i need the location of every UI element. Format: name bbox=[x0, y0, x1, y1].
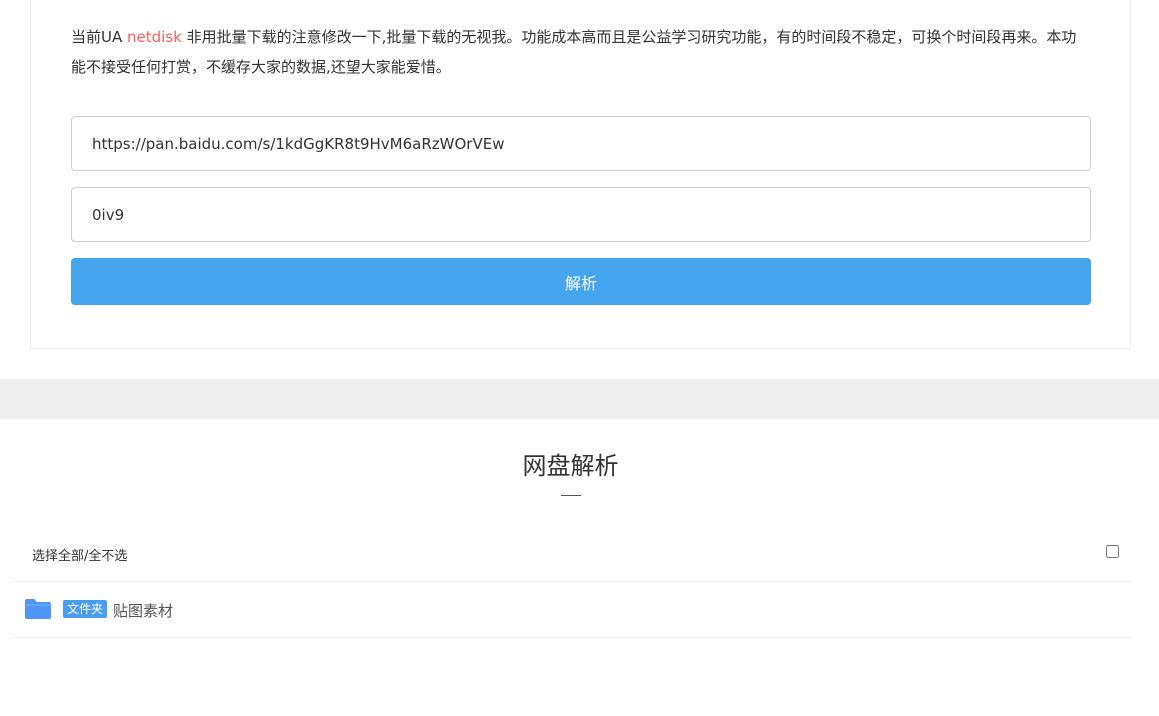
folder-type-badge: 文件夹 bbox=[63, 600, 108, 618]
results-title: 网盘解析 bbox=[522, 452, 619, 480]
parse-button[interactable]: 解析 bbox=[71, 258, 1091, 305]
select-all-row: 选择全部/全不选 bbox=[11, 527, 1132, 582]
share-url-input[interactable] bbox=[71, 116, 1091, 171]
title-underline bbox=[561, 495, 581, 496]
folder-icon bbox=[25, 599, 51, 619]
select-all-label: 选择全部/全不选 bbox=[32, 549, 128, 564]
ua-value: netdisk bbox=[127, 28, 182, 46]
notice-body: 非用批量下载的注意修改一下,批量下载的无视我。功能成本高而且是公益学习研究功能，… bbox=[71, 28, 1077, 76]
file-row[interactable]: 文件夹 贴图素材 bbox=[11, 582, 1132, 638]
select-all-checkbox[interactable] bbox=[1106, 545, 1119, 558]
notice-text: 当前UA netdisk 非用批量下载的注意修改一下,批量下载的无视我。功能成本… bbox=[71, 22, 1081, 82]
file-name-link[interactable]: 贴图素材 bbox=[113, 600, 173, 621]
notice-prefix: 当前UA bbox=[71, 28, 128, 46]
section-divider-band bbox=[0, 379, 1159, 419]
extraction-code-input[interactable] bbox=[71, 187, 1091, 242]
